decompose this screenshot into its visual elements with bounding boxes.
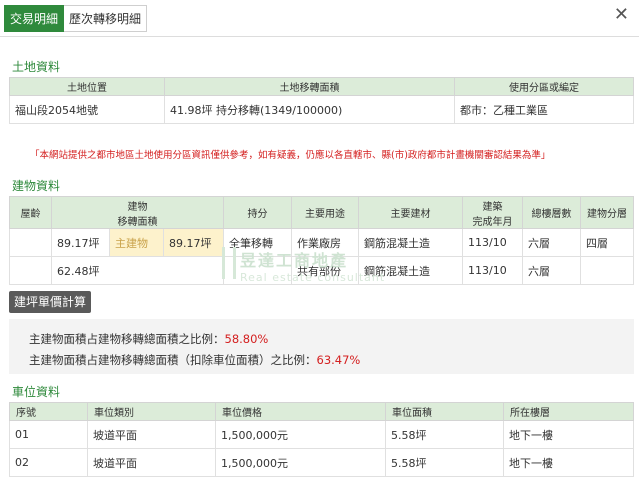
building-floors: 六層 (522, 228, 581, 257)
table-row: 02 坡道平面 1,500,000元 5.58坪 地下一樓 (9, 448, 634, 477)
building-header-material: 主要建材 (358, 196, 463, 229)
land-table: 土地位置 土地移轉面積 使用分區或編定 福山段2054地號 41.98坪 持分移… (9, 77, 634, 124)
building-header-transfer-area-line2: 移轉面積 (117, 216, 158, 228)
main-building-label: 主建物 (109, 228, 164, 257)
building-header-level: 建物分層 (580, 196, 634, 229)
building-header-share: 持分 (223, 196, 292, 229)
building-completed: 113/10 (462, 256, 523, 285)
building-section-title: 建物資料 (12, 179, 61, 193)
land-header-zoning: 使用分區或編定 (454, 77, 634, 96)
building-usage: 作業廠房 (291, 228, 359, 257)
parking-floor: 地下一樓 (503, 420, 634, 449)
building-material: 鋼筋混凝土造 (358, 256, 463, 285)
land-location: 福山段2054地號 (9, 95, 165, 124)
land-zoning: 都市：乙種工業區 (454, 95, 634, 124)
parking-header-floor: 所在樓層 (503, 402, 634, 421)
close-icon[interactable]: ✕ (614, 4, 629, 25)
parking-type: 坡道平面 (87, 448, 216, 477)
ratio-value: 58.80% (224, 332, 269, 346)
building-share: 全筆移轉 (223, 228, 292, 257)
ratio-panel: 主建物面積占建物移轉總面積之比例：58.80% 主建物面積占建物移轉總面積（扣除… (9, 319, 634, 374)
building-share (223, 256, 292, 285)
table-row: 62.48坪 共有部份 鋼筋混凝土造 113/10 六層 (9, 256, 634, 285)
parking-no: 01 (9, 420, 88, 449)
table-row: 福山段2054地號 41.98坪 持分移轉(1349/100000) 都市：乙種… (9, 95, 634, 124)
land-header-location: 土地位置 (9, 77, 165, 96)
parking-header-no: 序號 (9, 402, 88, 421)
building-header-transfer-area-line1: 建物 (127, 201, 148, 213)
land-header-area: 土地移轉面積 (164, 77, 455, 96)
building-total-area: 62.48坪 (51, 256, 224, 285)
building-header-transfer-area: 建物 移轉面積 (51, 196, 224, 229)
land-section-title: 土地資料 (12, 60, 61, 74)
building-floors: 六層 (522, 256, 581, 285)
parking-area: 5.58坪 (385, 448, 504, 477)
tab-transaction-details[interactable]: 交易明細 (4, 5, 65, 32)
table-row: 01 坡道平面 1,500,000元 5.58坪 地下一樓 (9, 420, 634, 449)
parking-no: 02 (9, 448, 88, 477)
building-header-completed-line1: 建築 (482, 201, 503, 213)
parking-price: 1,500,000元 (215, 448, 386, 477)
ratio-label: 主建物面積占建物移轉總面積之比例： (29, 332, 225, 346)
building-header-floors: 總樓層數 (522, 196, 581, 229)
unit-price-calc-button[interactable]: 建坪單價計算 (9, 291, 92, 313)
ratio-line-1: 主建物面積占建物移轉總面積之比例：58.80% (29, 331, 268, 347)
parking-header-area: 車位面積 (385, 402, 504, 421)
main-building-area: 89.17坪 (163, 228, 224, 257)
parking-header-type: 車位類別 (87, 402, 216, 421)
tab-transfer-history[interactable]: 歷次轉移明細 (64, 5, 148, 32)
building-header-completed-line2: 完成年月 (472, 216, 513, 228)
building-header-completed: 建築 完成年月 (462, 196, 523, 229)
building-header-age: 屋齡 (9, 196, 52, 229)
parking-section-title: 車位資料 (12, 385, 61, 399)
divider (0, 36, 639, 37)
building-age (9, 256, 52, 285)
building-completed: 113/10 (462, 228, 523, 257)
table-row: 89.17坪 主建物 89.17坪 全筆移轉 作業廠房 鋼筋混凝土造 113/1… (9, 228, 634, 257)
land-area: 41.98坪 持分移轉(1349/100000) (164, 95, 455, 124)
ratio-value: 63.47% (316, 353, 361, 367)
parking-table: 序號 車位類別 車位價格 車位面積 所在樓層 01 坡道平面 1,500,000… (9, 402, 634, 477)
building-header-usage: 主要用途 (291, 196, 359, 229)
tab-bar: 交易明細 歷次轉移明細 (4, 5, 148, 32)
parking-area: 5.58坪 (385, 420, 504, 449)
parking-price: 1,500,000元 (215, 420, 386, 449)
building-level: 四層 (580, 228, 634, 257)
building-table: 屋齡 建物 移轉面積 持分 主要用途 主要建材 建築 完成年月 總樓層數 建物分… (9, 196, 634, 285)
building-age (9, 228, 52, 257)
ratio-label: 主建物面積占建物移轉總面積（扣除車位面積）之比例： (29, 353, 317, 367)
parking-type: 坡道平面 (87, 420, 216, 449)
building-total-area: 89.17坪 (51, 228, 110, 257)
building-level (580, 256, 634, 285)
parking-header-price: 車位價格 (215, 402, 386, 421)
zoning-notice: 「本網站提供之都市地區土地使用分區資訊僅供參考，如有疑義，仍應以各直轄市、縣(市… (30, 150, 551, 161)
ratio-line-2: 主建物面積占建物移轉總面積（扣除車位面積）之比例：63.47% (29, 352, 360, 368)
building-material: 鋼筋混凝土造 (358, 228, 463, 257)
parking-floor: 地下一樓 (503, 448, 634, 477)
building-usage: 共有部份 (291, 256, 359, 285)
